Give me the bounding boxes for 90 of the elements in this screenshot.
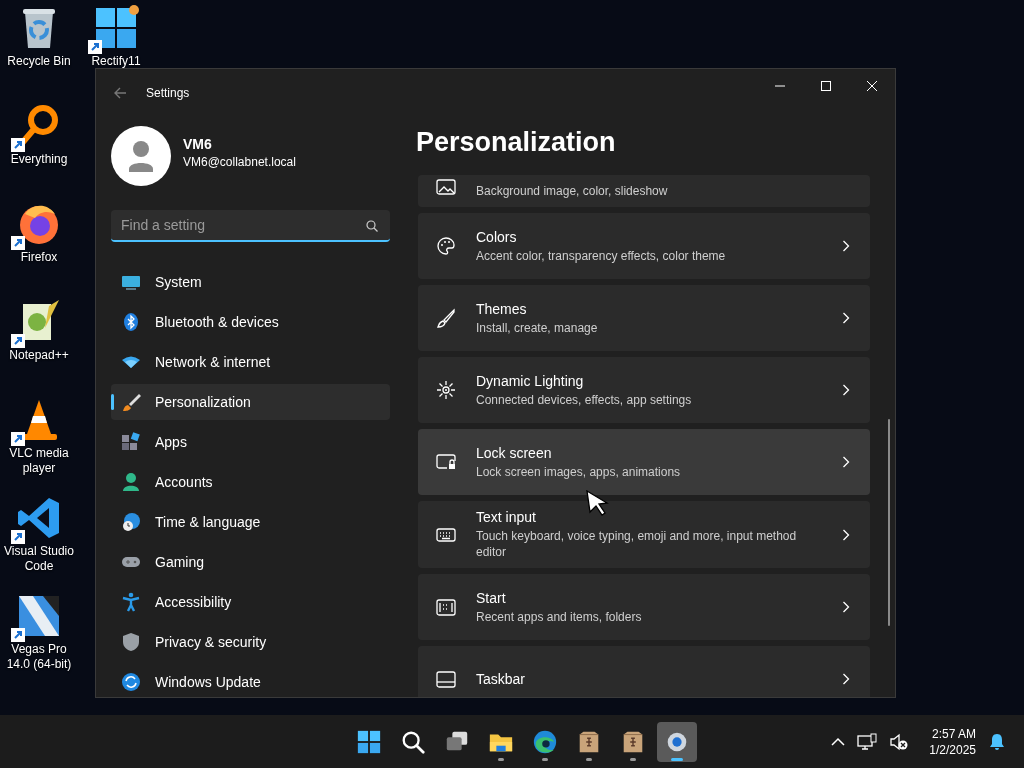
settings-card[interactable]: Text input Touch keyboard, voice typing, emoji and more, input method editor [418, 501, 870, 568]
card-description: Install, create, manage [476, 319, 599, 336]
card-title: Lock screen [476, 444, 553, 461]
nav-item[interactable]: System [111, 264, 390, 300]
chevron-right-icon [842, 601, 850, 613]
settings-card[interactable]: Dynamic Lighting Connected devices, effects, app settings [418, 357, 870, 423]
page-heading: Personalization [416, 127, 617, 159]
running-indicator [498, 757, 504, 761]
taskbar-icon [436, 669, 456, 689]
scrollbar-thumb[interactable] [888, 419, 890, 626]
nav-item[interactable]: Windows Update [111, 664, 390, 697]
card-description: Connected devices, effects, app settings [476, 391, 693, 408]
card-title: Text input [476, 509, 537, 525]
settings-card[interactable]: Taskbar [418, 646, 870, 697]
nav-item[interactable]: Privacy & security [111, 624, 390, 660]
bluetooth-icon [121, 312, 141, 332]
card-description: Background image, color, slideshow [476, 183, 669, 199]
nav-item[interactable]: Accounts [111, 464, 390, 500]
close-icon [867, 81, 877, 91]
card-description: Lock screen images, apps, animations [476, 463, 682, 480]
clock-time: 2:57 AM [931, 725, 976, 742]
apps-grid-icon [121, 432, 141, 452]
edge-swirl-icon [532, 728, 558, 755]
start-menu-icon [436, 597, 456, 617]
running-indicator [671, 757, 683, 761]
selection-indicator [111, 394, 114, 410]
bell-icon[interactable] [988, 732, 1006, 751]
lock-screen-icon [436, 452, 456, 472]
nav-item[interactable]: Accessibility [111, 584, 390, 620]
nav-item[interactable]: Gaming [111, 544, 390, 580]
account-email: VM6@collabnet.local [183, 154, 296, 169]
icon-label: Rectify11 [90, 54, 142, 69]
card-description: Accent color, transparency effects, color theme [476, 247, 727, 264]
search-field[interactable]: Find a setting [111, 210, 390, 242]
search-icon [366, 220, 378, 232]
running-indicator [630, 757, 636, 761]
running-indicator [586, 757, 592, 761]
person-icon [121, 472, 141, 492]
settings-card[interactable]: Background image, color, slideshow [418, 175, 870, 207]
nav-item[interactable]: Time & language [111, 504, 390, 540]
icon-label: Firefox [19, 250, 59, 265]
network-monitor-icon[interactable] [857, 732, 878, 751]
nav-item[interactable]: Personalization [111, 384, 390, 420]
windows-logo-icon [356, 728, 382, 755]
card-title: Themes [476, 300, 528, 317]
chevron-right-icon [842, 456, 850, 468]
accessibility-icon [121, 592, 141, 612]
icon-label: Visual Studio Code [3, 544, 75, 574]
maximize-icon [821, 81, 831, 91]
icon-label: Recycle Bin [6, 54, 72, 69]
picture-icon [436, 177, 456, 197]
card-title: Dynamic Lighting [476, 372, 585, 389]
settings-card[interactable]: Colors Accent color, transparency effects, color theme [418, 213, 870, 279]
mouse-pointer-icon [586, 490, 610, 516]
chevron-up-icon[interactable] [831, 736, 846, 747]
palette-icon [436, 236, 456, 256]
account-name: VM6 [183, 135, 213, 152]
paintbrush-icon [436, 308, 456, 328]
card-description: Recent apps and items, folders [476, 608, 643, 625]
card-title: Start [476, 589, 507, 606]
running-indicator [542, 757, 548, 761]
settings-card[interactable]: Lock screen Lock screen images, apps, animations [418, 429, 870, 495]
nav-item[interactable]: Network & internet [111, 344, 390, 380]
window-title: Settings [146, 86, 190, 100]
nav-item[interactable]: Apps [111, 424, 390, 460]
icon-label: VLC media player [8, 446, 70, 476]
card-title: Colors [476, 228, 518, 245]
settings-card[interactable]: Start Recent apps and items, folders [418, 574, 870, 640]
chevron-right-icon [842, 673, 850, 685]
avatar-icon [111, 126, 171, 186]
paintbrush-icon [121, 392, 141, 412]
refresh-icon [121, 672, 141, 692]
icon-label: Everything [9, 152, 69, 167]
speaker-muted-icon[interactable] [889, 732, 910, 751]
chevron-right-icon [842, 240, 850, 252]
chevron-right-icon [842, 384, 850, 396]
card-description: Touch keyboard, voice typing, emoji and more, input method editor [476, 528, 798, 560]
back-arrow-icon[interactable] [112, 85, 128, 101]
chevron-right-icon [842, 528, 850, 541]
card-title: Taskbar [476, 671, 527, 687]
settings-card[interactable]: Themes Install, create, manage [418, 285, 870, 351]
globe-clock-icon [121, 512, 141, 532]
shield-icon [121, 632, 141, 652]
sun-icon [436, 380, 456, 400]
clock-date: 1/2/2025 [929, 741, 976, 758]
icon-label: Notepad++ [8, 348, 70, 363]
taskbar-button[interactable] [657, 721, 697, 762]
nav-item[interactable]: Bluetooth & devices [111, 304, 390, 340]
chevron-right-icon [842, 312, 850, 324]
icon-label: Vegas Pro 14.0 (64-bit) [5, 642, 73, 672]
